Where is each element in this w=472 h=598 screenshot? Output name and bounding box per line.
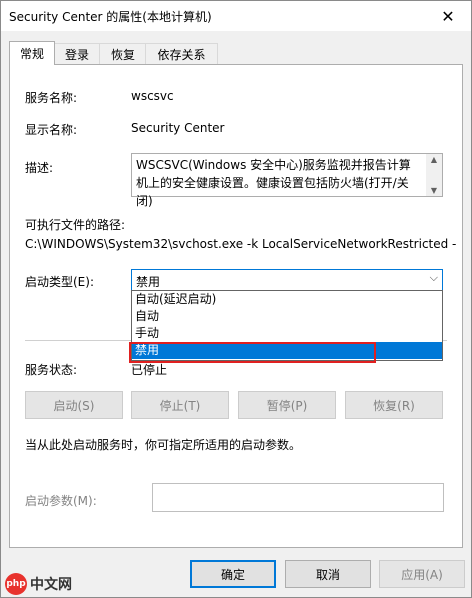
- resume-button[interactable]: 恢复(R): [345, 391, 443, 419]
- start-button[interactable]: 启动(S): [25, 391, 123, 419]
- watermark: php 中文网: [5, 573, 72, 595]
- description-label: 描述:: [25, 161, 54, 175]
- pause-button[interactable]: 暂停(P): [238, 391, 336, 419]
- exe-path-label: 可执行文件的路径:: [25, 218, 126, 232]
- service-name-label: 服务名称:: [25, 91, 78, 105]
- scroll-down-icon[interactable]: ▼: [426, 186, 442, 195]
- display-name-label: 显示名称:: [25, 123, 78, 137]
- properties-dialog: Security Center 的属性(本地计算机) ✕ 常规 登录 恢复 依存…: [0, 0, 472, 598]
- start-params-input[interactable]: [152, 483, 444, 512]
- tab-general[interactable]: 常规: [9, 41, 55, 65]
- cancel-button[interactable]: 取消: [285, 560, 371, 588]
- stop-button[interactable]: 停止(T): [131, 391, 229, 419]
- general-panel: 服务名称: wscsvc 显示名称: Security Center 描述: W…: [9, 64, 463, 548]
- window-title: Security Center 的属性(本地计算机): [9, 10, 212, 24]
- title-bar[interactable]: Security Center 的属性(本地计算机) ✕: [1, 1, 471, 31]
- tab-logon[interactable]: 登录: [53, 43, 101, 64]
- tab-recovery[interactable]: 恢复: [99, 43, 147, 64]
- startup-option-auto-delayed[interactable]: 自动(延迟启动): [132, 291, 442, 308]
- description-text: WSCSVC(Windows 安全中心)服务监视并报告计算机上的安全健康设置。健…: [136, 158, 411, 208]
- service-status-label: 服务状态:: [25, 363, 78, 377]
- apply-button[interactable]: 应用(A): [379, 560, 465, 588]
- startup-option-auto[interactable]: 自动: [132, 308, 442, 325]
- exe-path-value: C:\WINDOWS\System32\svchost.exe -k Local…: [25, 237, 457, 251]
- php-logo-icon: php: [5, 573, 27, 595]
- scroll-up-icon[interactable]: ▲: [426, 155, 442, 164]
- startup-option-manual[interactable]: 手动: [132, 325, 442, 342]
- startup-type-label: 启动类型(E):: [25, 275, 94, 289]
- ok-button[interactable]: 确定: [190, 560, 276, 588]
- service-status-value: 已停止: [131, 363, 168, 377]
- description-scrollbar[interactable]: ▲ ▼: [426, 154, 442, 196]
- display-name-value: Security Center: [131, 121, 225, 135]
- watermark-text: 中文网: [30, 577, 72, 593]
- startup-type-combobox[interactable]: 禁用 ⌵: [131, 269, 443, 291]
- start-params-label: 启动参数(M):: [25, 494, 97, 508]
- close-icon[interactable]: ✕: [425, 1, 471, 31]
- tab-dependencies[interactable]: 依存关系: [145, 43, 218, 64]
- startup-type-selected: 禁用: [136, 275, 161, 289]
- chevron-down-icon[interactable]: ⌵: [430, 271, 438, 285]
- highlight-box: [129, 342, 376, 363]
- description-box[interactable]: WSCSVC(Windows 安全中心)服务监视并报告计算机上的安全健康设置。健…: [131, 153, 443, 208]
- service-name-value: wscsvc: [131, 89, 174, 103]
- hint-text: 当从此处启动服务时，你可指定所适用的启动参数。: [25, 438, 302, 452]
